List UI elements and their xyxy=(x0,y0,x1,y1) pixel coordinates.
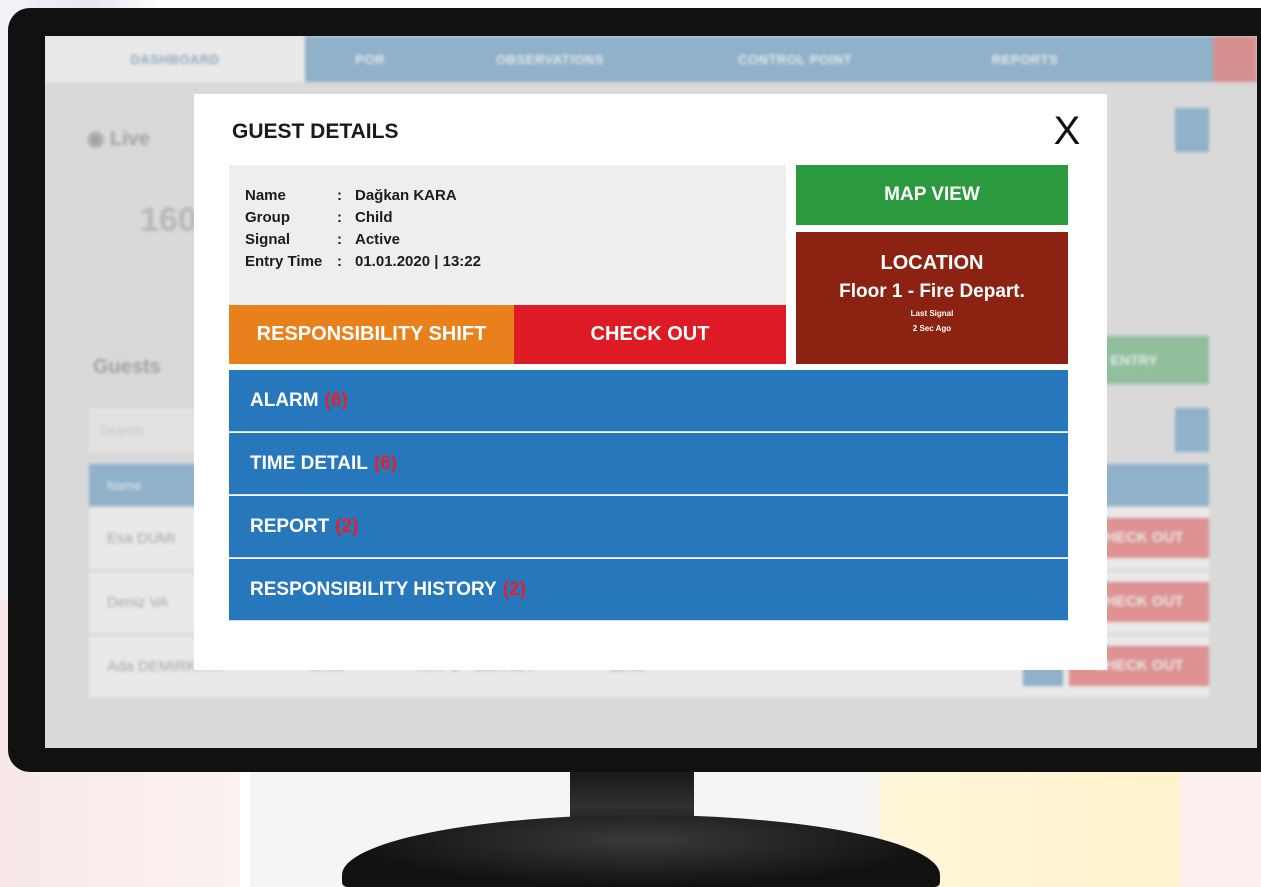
section-label: TIME DETAIL xyxy=(250,452,368,474)
section-label: REPORT xyxy=(250,515,330,537)
section-label: RESPONSIBILITY HISTORY xyxy=(250,578,497,600)
info-value: Active xyxy=(355,231,401,248)
tab-reports[interactable]: REPORTS xyxy=(925,36,1125,82)
tab-dashboard[interactable]: DASHBOARD xyxy=(45,36,305,82)
last-signal-value: 2 Sec Ago xyxy=(912,324,952,333)
filter-dropdown-button[interactable] xyxy=(1175,408,1209,452)
section-responsibility-history[interactable]: RESPONSIBILITY HISTORY (2) xyxy=(229,559,1068,621)
row-name: Deniz VA xyxy=(107,594,169,611)
section-count: (6) xyxy=(373,452,398,474)
info-key: Signal xyxy=(245,231,291,248)
section-label: ALARM xyxy=(250,389,319,411)
monitor-frame: DASHBOARD POR OBSERVATIONS CONTROL POINT… xyxy=(8,8,1261,772)
section-count: (2) xyxy=(502,578,526,600)
section-alarm[interactable]: ALARM (6) xyxy=(229,370,1068,432)
top-nav: DASHBOARD POR OBSERVATIONS CONTROL POINT… xyxy=(45,36,1257,82)
check-out-button[interactable]: CHECK OUT xyxy=(514,305,786,364)
guest-info-panel: Name : Dağkan KARA Group : Child Signal … xyxy=(229,165,786,305)
info-value: Child xyxy=(355,209,393,226)
info-key: Entry Time xyxy=(245,253,323,270)
info-separator: : xyxy=(337,253,342,270)
responsibility-shift-button[interactable]: RESPONSIBILITY SHIFT xyxy=(229,305,514,364)
info-row-entry-time: Entry Time : 01.01.2020 | 13:22 xyxy=(245,251,786,273)
monitor-screen: DASHBOARD POR OBSERVATIONS CONTROL POINT… xyxy=(45,36,1257,748)
tab-observations[interactable]: OBSERVATIONS xyxy=(435,36,665,82)
logout-button[interactable] xyxy=(1213,36,1257,82)
info-separator: : xyxy=(337,209,342,226)
section-count: (6) xyxy=(324,389,348,411)
guest-counter: 160 xyxy=(140,201,197,239)
last-signal-label: Last Signal xyxy=(910,309,954,318)
close-icon[interactable]: X xyxy=(1047,109,1087,153)
info-row-name: Name : Dağkan KARA xyxy=(245,185,786,207)
tab-control-point[interactable]: CONTROL POINT xyxy=(665,36,925,82)
guests-heading: Guests xyxy=(93,356,161,378)
info-row-signal: Signal : Active xyxy=(245,229,786,251)
section-report[interactable]: REPORT (2) xyxy=(229,496,1068,558)
info-key: Group xyxy=(245,209,290,226)
modal-title: GUEST DETAILS xyxy=(232,120,399,143)
dropdown-button[interactable] xyxy=(1175,108,1209,152)
section-time-detail[interactable]: TIME DETAIL (6) xyxy=(229,433,1068,495)
location-title: LOCATION xyxy=(880,252,984,274)
location-panel: LOCATION Floor 1 - Fire Depart. Last Sig… xyxy=(796,232,1068,364)
tab-por[interactable]: POR xyxy=(305,36,435,82)
map-view-button[interactable]: MAP VIEW xyxy=(796,165,1068,225)
row-name: Esa DUMI xyxy=(107,530,176,547)
info-row-group: Group : Child xyxy=(245,207,786,229)
live-label: Live xyxy=(110,128,151,150)
guest-details-modal: GUEST DETAILS X Name : Dağkan KARA Group… xyxy=(194,94,1107,670)
section-count: (2) xyxy=(335,515,359,537)
live-indicator: ◉ Live xyxy=(87,128,151,150)
info-key: Name xyxy=(245,187,286,204)
info-separator: : xyxy=(337,187,342,204)
location-place: Floor 1 - Fire Depart. xyxy=(839,281,1025,302)
info-separator: : xyxy=(337,231,342,248)
info-value: 01.01.2020 | 13:22 xyxy=(355,253,481,270)
info-value: Dağkan KARA xyxy=(355,187,457,204)
